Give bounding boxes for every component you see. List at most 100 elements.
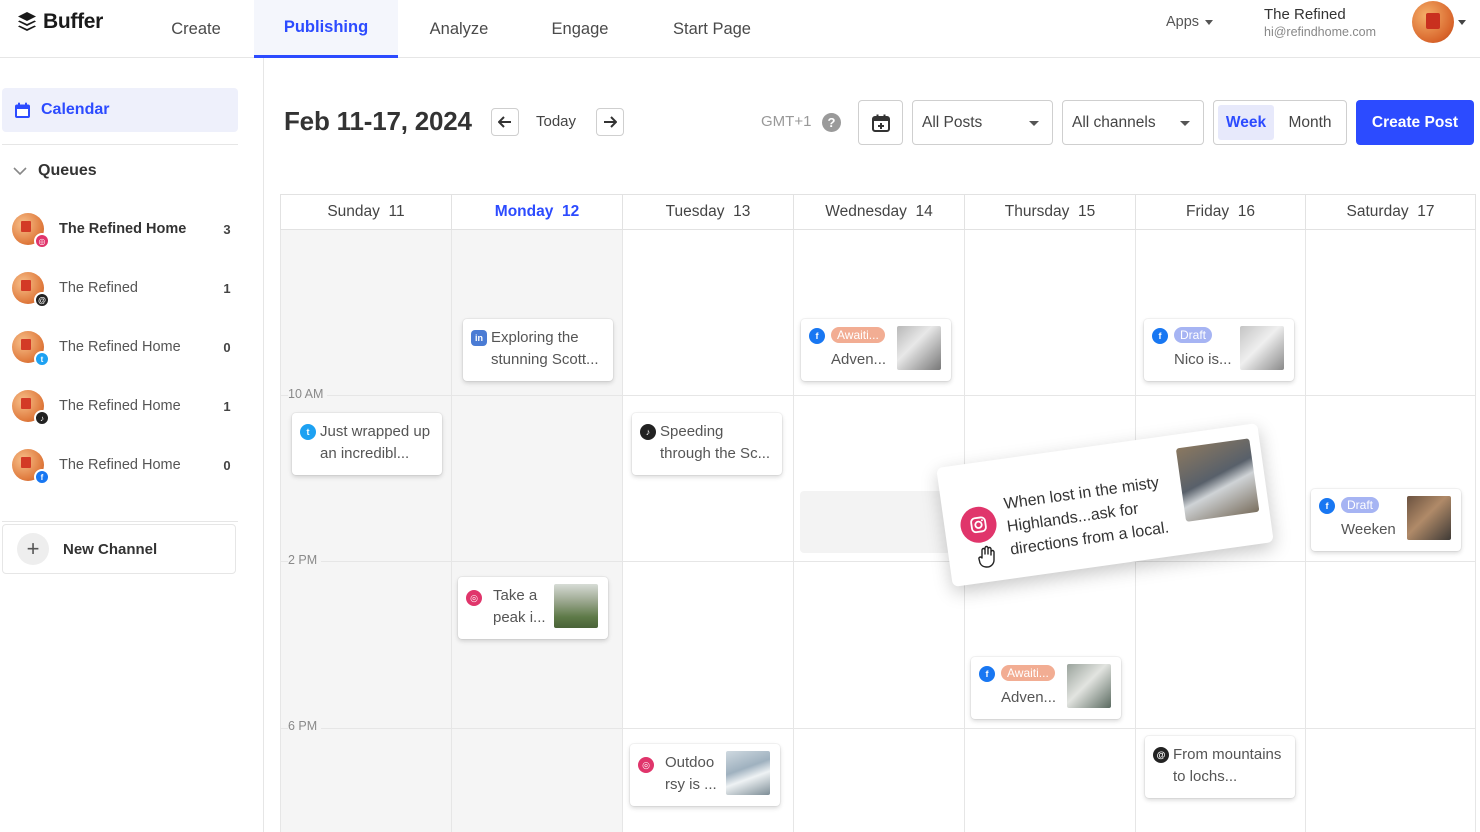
post-card[interactable]: ♪ Speeding through the Sc...	[632, 413, 782, 475]
nav-tab-publishing[interactable]: Publishing	[254, 0, 398, 58]
post-card[interactable]: t Just wrapped up an incredibl...	[292, 413, 442, 475]
hour-line	[280, 728, 1476, 729]
calendar-label: Calendar	[41, 101, 110, 118]
help-icon[interactable]: ?	[822, 113, 841, 132]
day-header-friday: Friday 16	[1135, 194, 1305, 230]
post-text: Just wrapped up an incredibl...	[320, 423, 431, 462]
day-number: 17	[1417, 203, 1435, 220]
status-badge: Awaiti...	[1001, 665, 1055, 681]
day-header-wednesday: Wednesday 14	[793, 194, 964, 230]
post-thumbnail	[1067, 664, 1111, 708]
status-badge: Draft	[1341, 497, 1380, 513]
channel-count: 0	[223, 339, 231, 355]
channel-name: The Refined Home	[59, 398, 181, 414]
time-label: 2 PM	[288, 553, 322, 567]
channel-item[interactable]: f The Refined Home 0	[12, 447, 234, 485]
channel-count: 1	[223, 280, 231, 296]
buffer-logo-icon	[18, 12, 36, 31]
facebook-icon: f	[1152, 328, 1168, 344]
new-channel-button[interactable]: + New Channel	[2, 524, 236, 574]
post-card[interactable]: f Awaiti... Adven...	[971, 657, 1121, 719]
apps-label: Apps	[1166, 14, 1200, 30]
hour-line	[280, 395, 1476, 396]
sidebar-item-calendar[interactable]: Calendar	[2, 88, 238, 132]
post-text: Adven...	[1001, 689, 1057, 706]
account-menu-chevron-icon[interactable]	[1458, 20, 1466, 25]
nav-tab-analyze[interactable]: Analyze	[412, 0, 506, 58]
post-card[interactable]: f Draft Weeken	[1311, 489, 1461, 551]
instagram-glyph-icon	[970, 516, 987, 534]
threads-icon: @	[1153, 747, 1169, 763]
timezone-label: GMT+1	[761, 113, 812, 130]
account-avatar[interactable]	[1412, 1, 1454, 43]
hour-line	[280, 561, 1476, 562]
grab-hand-icon	[978, 545, 995, 568]
next-week-button[interactable]	[596, 108, 624, 136]
linkedin-icon: in	[471, 330, 487, 346]
nav-tab-create[interactable]: Create	[150, 0, 242, 58]
apps-menu[interactable]: Apps	[1166, 14, 1214, 30]
channel-item[interactable]: @ The Refined 1	[12, 270, 234, 308]
divider	[2, 144, 238, 145]
post-card[interactable]: f Draft Nico is...	[1144, 319, 1294, 381]
twitter-icon: t	[300, 424, 316, 440]
week-view-button[interactable]: Week	[1218, 105, 1274, 140]
post-card[interactable]: ◎ Take a peak i...	[458, 577, 608, 639]
time-label: 6 PM	[288, 719, 322, 733]
chevron-down-icon	[1029, 121, 1039, 126]
today-button[interactable]: Today	[536, 113, 576, 130]
nav-tab-engage[interactable]: Engage	[534, 0, 626, 58]
channel-count: 1	[223, 398, 231, 414]
post-thumbnail	[1175, 438, 1260, 522]
sidebar: Calendar Queues ◎ The Refined Home 3 @ T…	[0, 58, 264, 832]
create-post-button[interactable]: Create Post	[1356, 100, 1474, 145]
facebook-icon: f	[1319, 498, 1335, 514]
channel-avatar: ◎	[12, 213, 50, 249]
post-text: When lost in the misty Highlands...ask f…	[1002, 474, 1171, 559]
post-card[interactable]: ◎ Outdoo rsy is ...	[630, 744, 780, 806]
buffer-logo[interactable]: Buffer	[17, 10, 103, 34]
calendar-icon	[15, 102, 30, 118]
previous-week-button[interactable]	[491, 108, 519, 136]
queues-label: Queues	[38, 162, 97, 179]
day-name: Saturday	[1346, 203, 1409, 220]
facebook-icon: f	[809, 328, 825, 344]
post-card[interactable]: f Awaiti... Adven...	[801, 319, 951, 381]
channel-count: 0	[223, 457, 231, 473]
facebook-icon: f	[979, 666, 995, 682]
calendar-settings-button[interactable]	[858, 100, 903, 145]
channel-item[interactable]: ♪ The Refined Home 1	[12, 388, 234, 426]
post-filter-select[interactable]: All Posts	[912, 100, 1053, 145]
channel-name: The Refined Home	[59, 457, 181, 473]
channel-avatar: f	[12, 449, 50, 485]
day-number: 12	[561, 203, 580, 220]
post-text: Outdoo rsy is ...	[665, 754, 717, 793]
channel-name: The Refined Home	[59, 339, 181, 355]
channel-filter-select[interactable]: All channels	[1062, 100, 1204, 145]
queues-toggle[interactable]: Queues	[12, 162, 97, 180]
month-view-button[interactable]: Month	[1278, 105, 1342, 140]
day-header-monday: Monday 12	[451, 194, 622, 230]
channel-item[interactable]: ◎ The Refined Home 3	[12, 211, 234, 249]
post-text: Adven...	[831, 351, 887, 368]
calendar-plus-icon	[871, 114, 890, 132]
tiktok-icon: ♪	[640, 424, 656, 440]
arrow-left-icon	[498, 116, 511, 128]
post-card[interactable]: in Exploring the stunning Scott...	[463, 319, 613, 381]
day-column-sunday[interactable]	[280, 230, 451, 832]
channel-avatar: @	[12, 272, 50, 308]
day-header-tuesday: Tuesday 13	[622, 194, 793, 230]
channel-item[interactable]: t The Refined Home 0	[12, 329, 234, 367]
twitter-icon: t	[34, 351, 50, 367]
status-badge: Awaiti...	[831, 327, 885, 343]
post-thumbnail	[897, 326, 941, 370]
post-text: From mountains to lochs...	[1173, 746, 1282, 785]
nav-tab-start-page[interactable]: Start Page	[656, 0, 768, 58]
day-name: Wednesday	[825, 203, 907, 220]
channel-filter-value: All channels	[1072, 113, 1156, 131]
day-column-tuesday[interactable]	[622, 230, 793, 832]
divider	[2, 521, 238, 522]
post-card[interactable]: @ From mountains to lochs...	[1145, 736, 1295, 798]
day-name: Friday	[1186, 203, 1230, 220]
day-number: 11	[388, 203, 405, 220]
